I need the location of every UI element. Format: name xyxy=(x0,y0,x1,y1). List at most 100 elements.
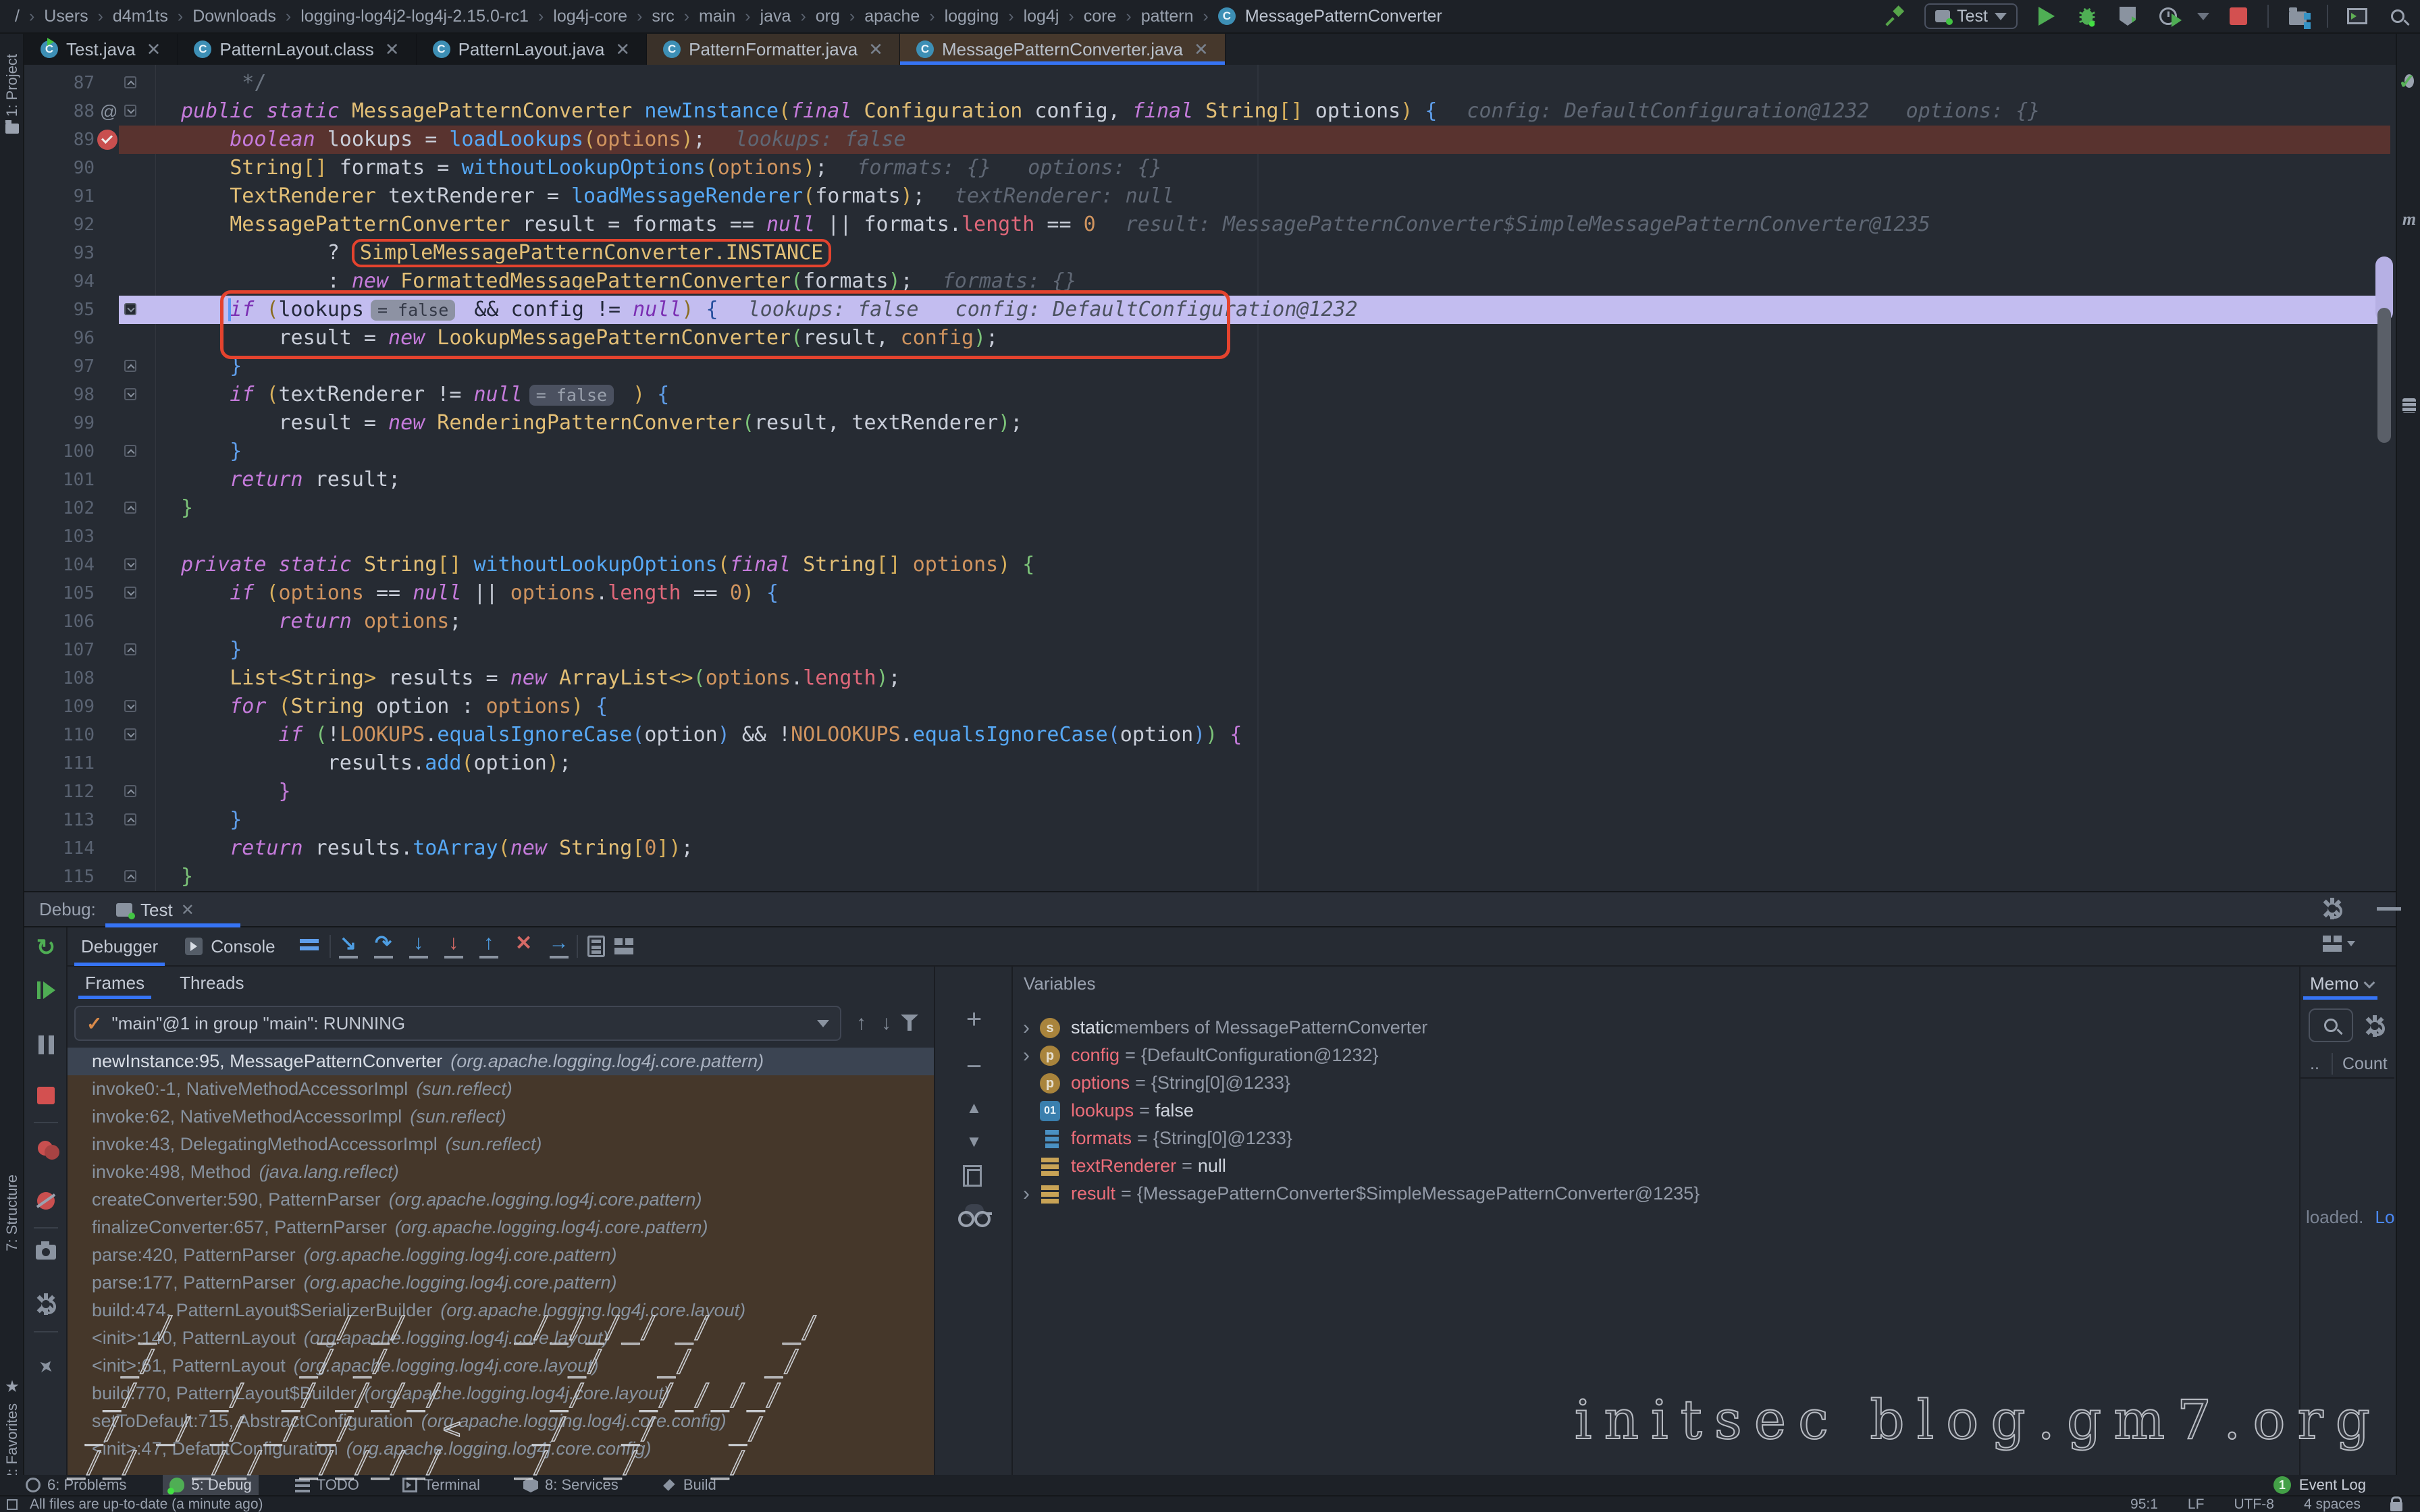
sidebar-item-favorites[interactable]: ★ 2: Favorites xyxy=(0,1377,24,1481)
pin-tab-button[interactable] xyxy=(24,1359,68,1374)
breadcrumb-item[interactable]: main xyxy=(699,7,735,26)
fold-marker-icon[interactable] xyxy=(124,76,136,88)
view-breakpoints-button[interactable] xyxy=(24,1141,68,1157)
expand-chevron-icon[interactable]: › xyxy=(1013,1183,1040,1206)
editor-tab[interactable]: CMessagePatternConverter.java✕ xyxy=(900,34,1226,65)
code-line[interactable]: } xyxy=(157,778,2390,806)
frame-row[interactable]: parse:420, PatternParser(org.apache.logg… xyxy=(68,1241,934,1269)
gear-icon[interactable] xyxy=(2323,899,2342,918)
close-icon[interactable]: ✕ xyxy=(868,39,883,60)
expand-chevron-icon[interactable]: › xyxy=(1013,1044,1040,1067)
remove-watch-button[interactable]: − xyxy=(935,1052,1013,1082)
line-number[interactable]: 88 xyxy=(24,97,95,126)
fold-marker-icon[interactable] xyxy=(124,700,136,712)
code-line[interactable]: boolean lookups = loadLookups(options);l… xyxy=(157,126,2390,154)
line-number[interactable]: 105 xyxy=(24,579,95,608)
frame-row[interactable]: <init>:140, PatternLayout(org.apache.log… xyxy=(68,1324,934,1352)
frame-row[interactable]: build:474, PatternLayout$SerializerBuild… xyxy=(68,1297,934,1324)
line-number[interactable]: 106 xyxy=(24,608,95,636)
file-encoding[interactable]: UTF-8 xyxy=(2234,1496,2274,1512)
fold-marker-icon[interactable] xyxy=(124,445,136,457)
breadcrumb-item[interactable]: log4j-core xyxy=(553,7,627,26)
frame-row[interactable]: createConverter:590, PatternParser(org.a… xyxy=(68,1186,934,1214)
hide-library-frames-filter[interactable] xyxy=(901,1015,918,1032)
line-number[interactable]: 96 xyxy=(24,324,95,352)
event-log-button[interactable]: 1 Event Log xyxy=(2273,1476,2420,1494)
thread-dump-button[interactable] xyxy=(24,1245,68,1260)
breadcrumb-item[interactable]: pattern xyxy=(1141,7,1194,26)
editor-scrollbar[interactable] xyxy=(2375,65,2393,891)
editor-tab[interactable]: CPatternLayout.java✕ xyxy=(417,34,648,65)
code-line[interactable]: return result; xyxy=(157,466,2390,494)
code-line[interactable]: return options; xyxy=(157,608,2390,636)
debug-settings-button[interactable] xyxy=(24,1295,68,1314)
code-line[interactable]: result = new RenderingPatternConverter(r… xyxy=(157,409,2390,437)
step-over-button[interactable]: ↷ xyxy=(366,932,401,961)
line-number[interactable]: 92 xyxy=(24,211,95,239)
caret-position[interactable]: 95:1 xyxy=(2130,1496,2158,1512)
line-number[interactable]: 100 xyxy=(24,437,95,466)
code-line[interactable]: */ xyxy=(157,69,2390,97)
editor-tab[interactable]: CPatternFormatter.java✕ xyxy=(647,34,900,65)
memory-search-button[interactable] xyxy=(2309,1008,2353,1042)
code-line[interactable]: } xyxy=(157,494,2390,522)
unlock-icon[interactable] xyxy=(2390,1502,2402,1511)
inspections-ok-icon[interactable]: ✓ xyxy=(2398,70,2415,94)
tab-threads[interactable]: Threads xyxy=(162,967,261,999)
step-out-button[interactable]: ↑ xyxy=(471,932,506,961)
debug-session-tab[interactable]: Test ✕ xyxy=(105,892,205,927)
fold-marker-icon[interactable] xyxy=(124,303,136,315)
line-number[interactable]: 87 xyxy=(24,69,95,97)
breadcrumb-item[interactable]: core xyxy=(1084,7,1117,26)
line-number[interactable]: 95 xyxy=(24,296,95,324)
pause-button[interactable] xyxy=(24,1035,68,1054)
search-everywhere-button[interactable] xyxy=(2386,5,2409,28)
breadcrumb-item[interactable]: src xyxy=(652,7,674,26)
fold-marker-icon[interactable] xyxy=(124,558,136,570)
fold-marker-icon[interactable] xyxy=(124,643,136,655)
code-line[interactable]: } xyxy=(157,437,2390,466)
fold-marker-icon[interactable] xyxy=(124,388,136,400)
tool-window-button-problems[interactable]: 6: Problems xyxy=(19,1475,133,1495)
fold-marker-icon[interactable] xyxy=(124,502,136,514)
tool-window-button-services[interactable]: 8: Services xyxy=(517,1475,625,1495)
run-to-cursor-button[interactable]: → xyxy=(542,932,577,961)
code-line[interactable]: MessagePatternConverter result = formats… xyxy=(157,211,2390,239)
trace-settings-icon[interactable] xyxy=(614,938,633,954)
line-number[interactable]: 94 xyxy=(24,267,95,296)
duplicate-watch-button[interactable] xyxy=(935,1169,1013,1187)
breadcrumb-item[interactable]: org xyxy=(816,7,840,26)
tool-window-button-debug[interactable]: 5: Debug xyxy=(163,1475,258,1495)
frame-row[interactable]: invoke:498, Method(java.lang.reflect) xyxy=(68,1158,934,1186)
code-line[interactable]: if (!LOOKUPS.equalsIgnoreCase(option) &&… xyxy=(157,721,2390,749)
scrollbar-thumb[interactable] xyxy=(2377,308,2391,443)
frame-row[interactable]: newInstance:95, MessagePatternConverter(… xyxy=(68,1048,934,1075)
close-icon[interactable]: ✕ xyxy=(385,39,400,60)
fold-marker-icon[interactable] xyxy=(124,360,136,372)
code-line[interactable]: } xyxy=(157,863,2390,891)
profiler-button[interactable] xyxy=(2157,5,2180,28)
code-line[interactable]: } xyxy=(157,636,2390,664)
line-number[interactable]: 101 xyxy=(24,466,95,494)
chevron-down-icon[interactable] xyxy=(2197,13,2209,20)
tab-memory[interactable]: Memo xyxy=(2310,973,2373,994)
tab-frames[interactable]: Frames xyxy=(68,967,162,999)
code-line[interactable]: public static MessagePatternConverter ne… xyxy=(157,97,2390,126)
breadcrumb-item[interactable]: apache xyxy=(864,7,920,26)
breadcrumb-item[interactable]: / xyxy=(15,7,20,26)
tool-window-button-build[interactable]: Build xyxy=(655,1475,723,1495)
sidebar-item-structure[interactable]: 7: Structure xyxy=(0,1174,24,1251)
fold-marker-icon[interactable] xyxy=(124,870,136,882)
line-number[interactable]: 91 xyxy=(24,182,95,211)
line-number[interactable]: 115 xyxy=(24,863,95,891)
line-separator[interactable]: LF xyxy=(2188,1496,2205,1512)
evaluate-expression-icon[interactable] xyxy=(587,936,605,957)
breakpoint-icon[interactable] xyxy=(97,130,117,150)
column-divider[interactable] xyxy=(2332,1053,2333,1075)
expand-chevron-icon[interactable]: › xyxy=(1013,1017,1040,1040)
close-icon[interactable]: ✕ xyxy=(615,39,630,60)
line-number[interactable]: 111 xyxy=(24,749,95,778)
gear-icon[interactable] xyxy=(2365,1017,2384,1035)
line-number[interactable]: 98 xyxy=(24,381,95,409)
sidebar-item-project[interactable]: 1: Project xyxy=(0,54,24,134)
